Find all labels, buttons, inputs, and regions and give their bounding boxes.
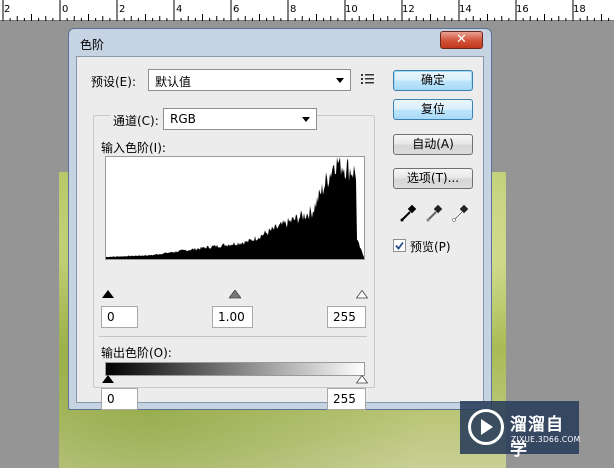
- ruler-label: 0: [62, 4, 69, 15]
- close-button[interactable]: ✕: [440, 31, 483, 49]
- output-white-field[interactable]: 255: [327, 388, 366, 410]
- ruler-label: 2: [119, 4, 126, 15]
- output-white-slider[interactable]: [356, 375, 368, 384]
- channel-label: 通道(C):: [110, 112, 162, 129]
- levels-dialog: 色阶 ✕ 预设(E): 默认值 通道(C): RGB 输入色阶(I): 0 1.…: [68, 28, 492, 410]
- channel-value: RGB: [170, 112, 196, 126]
- ruler-label: 4: [176, 4, 183, 15]
- input-white-slider[interactable]: [356, 290, 368, 299]
- preset-label: 预设(E):: [91, 75, 136, 89]
- list-menu-icon[interactable]: [361, 73, 375, 85]
- gray-eyedropper-icon[interactable]: [426, 204, 444, 222]
- input-levels-label: 输入色阶(I):: [101, 141, 166, 155]
- preset-value: 默认值: [155, 75, 192, 89]
- preview-label[interactable]: 预览(P): [410, 238, 451, 255]
- output-white-value: 255: [333, 392, 356, 406]
- input-black-value: 0: [107, 310, 115, 324]
- dialog-title: 色阶: [80, 38, 105, 52]
- output-black-slider[interactable]: [102, 375, 114, 384]
- output-gradient-bar: [105, 362, 365, 376]
- ruler-label: 16: [516, 4, 529, 15]
- input-black-slider[interactable]: [102, 290, 114, 299]
- histogram: [105, 156, 365, 260]
- histogram-graph: [106, 157, 364, 259]
- output-levels-label: 输出色阶(O):: [101, 346, 172, 360]
- input-white-field[interactable]: 255: [327, 306, 366, 328]
- ruler-label: 18: [573, 4, 586, 15]
- options-button[interactable]: 选项(T)...: [393, 168, 473, 189]
- horizontal-ruler[interactable]: 2 0 2 4 6 8 10 12 14 16 18: [0, 0, 614, 21]
- play-icon: [481, 419, 493, 435]
- input-gamma-slider[interactable]: [229, 290, 241, 299]
- ok-button[interactable]: 确定: [393, 70, 473, 91]
- input-gamma-field[interactable]: 1.00: [212, 306, 253, 328]
- output-black-value: 0: [107, 392, 115, 406]
- input-gamma-value: 1.00: [218, 310, 245, 324]
- chevron-down-icon: [336, 78, 344, 83]
- ruler-label: 10: [345, 4, 358, 15]
- ruler-label: 12: [402, 4, 415, 15]
- checkmark-icon: [395, 241, 404, 250]
- watermark-logo: 溜溜自学 ZIXUE.3D66.COM: [460, 401, 581, 460]
- preview-checkbox[interactable]: [393, 239, 406, 252]
- histogram-fill: [106, 157, 364, 259]
- dialog-client-area: 预设(E): 默认值 通道(C): RGB 输入色阶(I): 0 1.00 25…: [76, 56, 484, 410]
- output-black-field[interactable]: 0: [101, 388, 138, 410]
- auto-button[interactable]: 自动(A): [393, 134, 473, 155]
- dialog-titlebar[interactable]: 色阶 ✕: [69, 29, 491, 56]
- close-icon: ✕: [456, 32, 467, 47]
- separator: [99, 336, 367, 337]
- watermark-subtitle: ZIXUE.3D66.COM: [511, 435, 581, 444]
- black-eyedropper-icon[interactable]: [400, 204, 418, 222]
- reset-button[interactable]: 复位: [393, 99, 473, 120]
- ruler-label: 14: [459, 4, 472, 15]
- ruler-label: 8: [290, 4, 297, 15]
- input-black-field[interactable]: 0: [101, 306, 138, 328]
- chevron-down-icon: [302, 117, 310, 122]
- ruler-label: 6: [233, 4, 240, 15]
- ruler-label: 2: [4, 4, 11, 15]
- input-white-value: 255: [333, 310, 356, 324]
- preset-select[interactable]: 默认值: [148, 69, 351, 91]
- channel-select[interactable]: RGB: [163, 108, 317, 130]
- white-eyedropper-icon[interactable]: [452, 204, 470, 222]
